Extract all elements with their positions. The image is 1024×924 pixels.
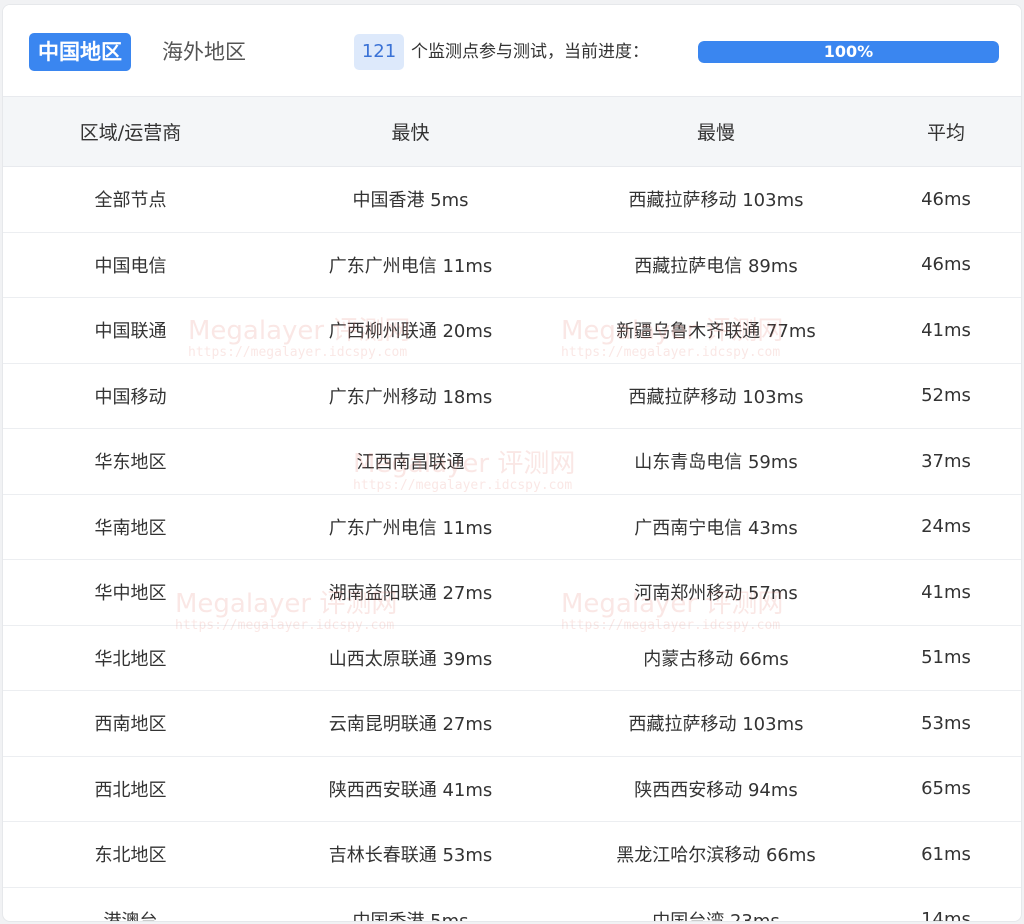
table-row: 中国联通 广西柳州联通 20ms 新疆乌鲁木齐联通 77ms 41ms bbox=[3, 297, 1021, 364]
table-row: 华东地区 江西南昌联通 山东青岛电信 59ms 37ms bbox=[3, 428, 1021, 495]
progress-bar: 100% bbox=[698, 41, 999, 63]
cell-average: 24ms bbox=[869, 494, 1021, 560]
table-row: 港澳台 中国香港 5ms 中国台湾 23ms 14ms bbox=[3, 887, 1021, 921]
table-row: 华南地区 广东广州电信 11ms 广西南宁电信 43ms 24ms bbox=[3, 494, 1021, 560]
cell-slowest: 新疆乌鲁木齐联通 77ms bbox=[563, 297, 869, 364]
cell-slowest: 黑龙江哈尔滨移动 66ms bbox=[563, 821, 869, 888]
cell-fastest: 广东广州移动 18ms bbox=[258, 363, 563, 429]
table-row: 华北地区 山西太原联通 39ms 内蒙古移动 66ms 51ms bbox=[3, 625, 1021, 691]
cell-fastest: 广东广州电信 11ms bbox=[258, 232, 563, 298]
monitor-count-badge: 121 bbox=[354, 34, 404, 70]
cell-region: 东北地区 bbox=[3, 821, 258, 888]
cell-slowest: 中国台湾 23ms bbox=[563, 887, 869, 921]
cell-average: 46ms bbox=[869, 232, 1021, 298]
column-header-average: 平均 bbox=[869, 96, 1021, 167]
cell-slowest: 西藏拉萨电信 89ms bbox=[563, 232, 869, 298]
cell-region: 西北地区 bbox=[3, 756, 258, 822]
cell-fastest: 中国香港 5ms bbox=[258, 887, 563, 921]
column-header-region: 区域/运营商 bbox=[3, 96, 258, 167]
cell-slowest: 陕西西安移动 94ms bbox=[563, 756, 869, 822]
cell-average: 61ms bbox=[869, 821, 1021, 888]
speed-test-card: 中国地区 海外地区 121 个监测点参与测试，当前进度： 100% 区域/运营商… bbox=[2, 4, 1022, 922]
cell-average: 41ms bbox=[869, 559, 1021, 626]
cell-region: 华中地区 bbox=[3, 559, 258, 626]
cell-slowest: 内蒙古移动 66ms bbox=[563, 625, 869, 691]
cell-slowest: 西藏拉萨移动 103ms bbox=[563, 363, 869, 429]
table-row: 西南地区 云南昆明联通 27ms 西藏拉萨移动 103ms 53ms bbox=[3, 690, 1021, 757]
table-header-row: 区域/运营商 最快 最慢 平均 bbox=[3, 96, 1021, 167]
cell-average: 37ms bbox=[869, 428, 1021, 495]
toolbar: 中国地区 海外地区 121 个监测点参与测试，当前进度： 100% bbox=[3, 5, 1021, 96]
column-header-fastest: 最快 bbox=[258, 96, 563, 167]
cell-region: 中国电信 bbox=[3, 232, 258, 298]
cell-fastest: 吉林长春联通 53ms bbox=[258, 821, 563, 888]
results-table: 区域/运营商 最快 最慢 平均 全部节点 中国香港 5ms 西藏拉萨移动 103ms… bbox=[3, 96, 1021, 921]
table-row: 中国电信 广东广州电信 11ms 西藏拉萨电信 89ms 46ms bbox=[3, 232, 1021, 298]
table-row: 东北地区 吉林长春联通 53ms 黑龙江哈尔滨移动 66ms 61ms bbox=[3, 821, 1021, 888]
cell-region: 华北地区 bbox=[3, 625, 258, 691]
column-header-slowest: 最慢 bbox=[563, 96, 869, 167]
cell-average: 41ms bbox=[869, 297, 1021, 364]
table-row: 华中地区 湖南益阳联通 27ms 河南郑州移动 57ms 41ms bbox=[3, 559, 1021, 626]
tab-china-region[interactable]: 中国地区 bbox=[29, 33, 131, 71]
cell-region: 中国移动 bbox=[3, 363, 258, 429]
cell-slowest: 山东青岛电信 59ms bbox=[563, 428, 869, 495]
cell-fastest: 江西南昌联通 bbox=[258, 428, 563, 495]
cell-region: 西南地区 bbox=[3, 690, 258, 757]
cell-average: 51ms bbox=[869, 625, 1021, 691]
progress-label: 100% bbox=[823, 42, 874, 61]
cell-average: 14ms bbox=[869, 887, 1021, 921]
table-row: 中国移动 广东广州移动 18ms 西藏拉萨移动 103ms 52ms bbox=[3, 363, 1021, 429]
table-row: 西北地区 陕西西安联通 41ms 陕西西安移动 94ms 65ms bbox=[3, 756, 1021, 822]
cell-fastest: 陕西西安联通 41ms bbox=[258, 756, 563, 822]
tab-overseas-region[interactable]: 海外地区 bbox=[153, 33, 255, 71]
cell-region: 华南地区 bbox=[3, 494, 258, 560]
cell-slowest: 西藏拉萨移动 103ms bbox=[563, 166, 869, 233]
cell-slowest: 广西南宁电信 43ms bbox=[563, 494, 869, 560]
cell-fastest: 山西太原联通 39ms bbox=[258, 625, 563, 691]
cell-region: 中国联通 bbox=[3, 297, 258, 364]
cell-average: 52ms bbox=[869, 363, 1021, 429]
cell-average: 65ms bbox=[869, 756, 1021, 822]
cell-region: 港澳台 bbox=[3, 887, 258, 921]
cell-region: 华东地区 bbox=[3, 428, 258, 495]
cell-fastest: 云南昆明联通 27ms bbox=[258, 690, 563, 757]
cell-fastest: 湖南益阳联通 27ms bbox=[258, 559, 563, 626]
cell-average: 46ms bbox=[869, 166, 1021, 233]
cell-average: 53ms bbox=[869, 690, 1021, 757]
cell-fastest: 广西柳州联通 20ms bbox=[258, 297, 563, 364]
cell-fastest: 广东广州电信 11ms bbox=[258, 494, 563, 560]
cell-slowest: 河南郑州移动 57ms bbox=[563, 559, 869, 626]
cell-region: 全部节点 bbox=[3, 166, 258, 233]
table-row: 全部节点 中国香港 5ms 西藏拉萨移动 103ms 46ms bbox=[3, 166, 1021, 233]
cell-fastest: 中国香港 5ms bbox=[258, 166, 563, 233]
cell-slowest: 西藏拉萨移动 103ms bbox=[563, 690, 869, 757]
progress-description: 个监测点参与测试，当前进度： bbox=[411, 42, 649, 62]
